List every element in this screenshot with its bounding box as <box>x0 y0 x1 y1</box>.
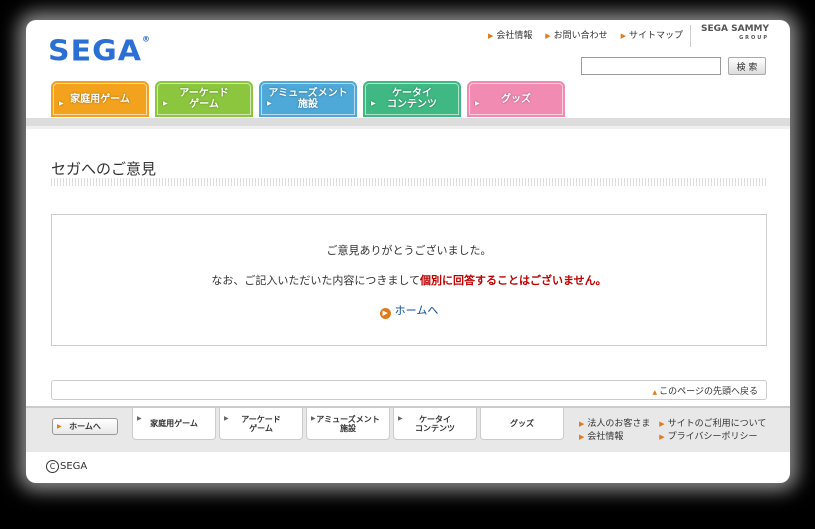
page-top-label: このページの先頭へ戻る <box>659 387 758 397</box>
page-title: セガへのご意見 <box>51 160 157 178</box>
page-frame: SEGA® ▶ 会社情報 ▶ お問い合わせ ▶ サイトマップ SEGA SAMMY G… <box>26 20 790 483</box>
arrow-right-icon: ▶ <box>59 100 64 107</box>
tab-goods[interactable]: ▶ グッズ <box>467 81 565 117</box>
footer-links-col2: ▶ サイトのご利用について ▶ プライバシーポリシー <box>659 418 766 444</box>
footer-home-button[interactable]: ▶ ホームへ <box>52 418 118 435</box>
footer-link-company[interactable]: ▶ 会社情報 <box>579 431 650 444</box>
search-input[interactable] <box>581 57 721 75</box>
tab-label: グッズ <box>501 93 531 105</box>
sega-sammy-logo[interactable]: SEGA SAMMY GROUP <box>690 25 769 47</box>
arrow-right-icon: ▶ <box>620 32 626 40</box>
top-link-label: サイトマップ <box>628 31 683 41</box>
footer-link-terms[interactable]: ▶ サイトのご利用について <box>659 418 766 431</box>
arrow-right-icon: ▶ <box>579 433 585 441</box>
arrow-right-icon: ▶ <box>163 100 168 107</box>
copyright-text: SEGA <box>60 461 88 472</box>
thanks-message: ご意見ありがとうございました。 <box>326 244 492 257</box>
tab-underbar-light <box>26 126 790 129</box>
arrow-right-icon: ▶ <box>579 420 585 428</box>
home-link[interactable]: ▶ ホームへ <box>52 302 766 319</box>
sega-logo[interactable]: SEGA® <box>48 35 151 68</box>
footer-link-privacy[interactable]: ▶ プライバシーポリシー <box>659 431 766 444</box>
footer-tab-label: ケータイ <box>419 414 451 424</box>
arrow-right-icon: ▶ <box>57 423 62 430</box>
footer-link-label: サイトのご利用について <box>667 419 767 429</box>
tab-label: ケータイ <box>392 88 432 99</box>
footer-link-label: プライバシーポリシー <box>667 432 758 442</box>
notice-message: なお、ご記入いただいた内容につきまして個別に回答することはございません。 <box>52 272 766 288</box>
footer-tab-goods[interactable]: グッズ <box>480 408 564 440</box>
footer-links-col1: ▶ 法人のお客さま ▶ 会社情報 <box>579 418 650 444</box>
home-link-label: ホームへ <box>394 304 439 317</box>
tab-home-games[interactable]: ▶ 家庭用ゲーム <box>51 81 149 117</box>
search-button[interactable]: 検 索 <box>728 57 766 75</box>
footer-tab-amusement[interactable]: ▶ アミューズメント 施設 <box>306 408 390 440</box>
tab-underbar <box>26 118 790 126</box>
footer-tab-label: アミューズメント <box>316 414 380 424</box>
footer-tab-label: アーケード <box>241 414 281 424</box>
footer-tab-home-games[interactable]: ▶ 家庭用ゲーム <box>132 408 216 440</box>
footer-tab-label: 家庭用ゲーム <box>150 419 198 428</box>
group-logo-sub: GROUP <box>739 35 769 41</box>
footer-nav: ▶ ホームへ ▶ 家庭用ゲーム ▶ アーケード ゲーム ▶ アミューズメント 施設 ▶ ケータ… <box>26 406 790 452</box>
top-link-contact[interactable]: ▶ お問い合わせ <box>545 28 607 41</box>
arrow-right-icon: ▶ <box>488 32 494 40</box>
registered-mark: ® <box>141 34 151 44</box>
footer-tab-label-line2: コンテンツ <box>415 423 455 433</box>
tab-label-line2: 施設 <box>298 99 318 110</box>
tab-amusement-facilities[interactable]: ▶ アミューズメント 施設 <box>259 81 357 117</box>
tab-arcade-games[interactable]: ▶ アーケード ゲーム <box>155 81 253 117</box>
header: SEGA® ▶ 会社情報 ▶ お問い合わせ ▶ サイトマップ SEGA SAMMY G… <box>26 20 790 120</box>
footer-tab-mobile[interactable]: ▶ ケータイ コンテンツ <box>393 408 477 440</box>
arrow-right-icon: ▶ <box>267 100 272 107</box>
notice-emphasis: 個別に回答することはございません。 <box>420 274 607 287</box>
top-link-label: 会社情報 <box>496 31 533 41</box>
footer-tab-arcade-games[interactable]: ▶ アーケード ゲーム <box>219 408 303 440</box>
copyright-icon: C <box>46 460 59 473</box>
footer-link-corporate[interactable]: ▶ 法人のお客さま <box>579 418 650 431</box>
arrow-right-icon: ▶ <box>371 100 376 107</box>
arrow-right-icon: ▶ <box>311 415 316 422</box>
footer-tab-label-line2: ゲーム <box>249 423 273 433</box>
top-link-sitemap[interactable]: ▶ サイトマップ <box>621 28 683 41</box>
group-logo-text: SEGA SAMMY <box>701 24 769 34</box>
message-box: ご意見ありがとうございました。 なお、ご記入いただいた内容につきまして個別に回答… <box>51 214 767 346</box>
top-link-label: お問い合わせ <box>553 31 608 41</box>
footer-links: ▶ 法人のお客さま ▶ 会社情報 ▶ サイトのご利用について ▶ プライバシーポリシー <box>579 418 772 444</box>
tab-label-line2: コンテンツ <box>387 99 437 110</box>
tab-label: 家庭用ゲーム <box>70 93 130 105</box>
arrow-up-icon: ▲ <box>652 389 658 396</box>
tab-label-line2: ゲーム <box>189 99 219 110</box>
arrow-right-icon: ▶ <box>137 415 142 422</box>
arrow-circle-icon: ▶ <box>379 308 391 319</box>
arrow-right-icon: ▶ <box>224 415 229 422</box>
arrow-right-icon: ▶ <box>659 433 665 441</box>
tab-label: アーケード <box>179 88 229 99</box>
tab-label: アミューズメント <box>268 88 348 99</box>
arrow-right-icon: ▶ <box>545 32 551 40</box>
top-link-company[interactable]: ▶ 会社情報 <box>488 28 532 41</box>
notice-text: なお、ご記入いただいた内容につきまして <box>211 274 420 287</box>
copyright: C SEGA <box>46 460 87 473</box>
footer-tab-label-line2: 施設 <box>339 423 356 433</box>
page-top-link[interactable]: ▲ このページの先頭へ戻る <box>653 384 758 397</box>
footer-link-label: 法人のお客さま <box>587 419 651 429</box>
footer-link-label: 会社情報 <box>587 432 624 442</box>
title-divider <box>51 178 767 186</box>
page-top-bar: ▲ このページの先頭へ戻る <box>51 380 767 400</box>
logo-text: SEGA <box>48 34 142 69</box>
arrow-right-icon: ▶ <box>659 420 665 428</box>
arrow-right-icon: ▶ <box>475 100 480 107</box>
arrow-right-icon: ▶ <box>398 415 403 422</box>
footer-home-label: ホームへ <box>69 422 101 431</box>
tab-mobile-contents[interactable]: ▶ ケータイ コンテンツ <box>363 81 461 117</box>
footer-tab-label: グッズ <box>510 419 534 428</box>
top-links: ▶ 会社情報 ▶ お問い合わせ ▶ サイトマップ <box>488 28 693 41</box>
